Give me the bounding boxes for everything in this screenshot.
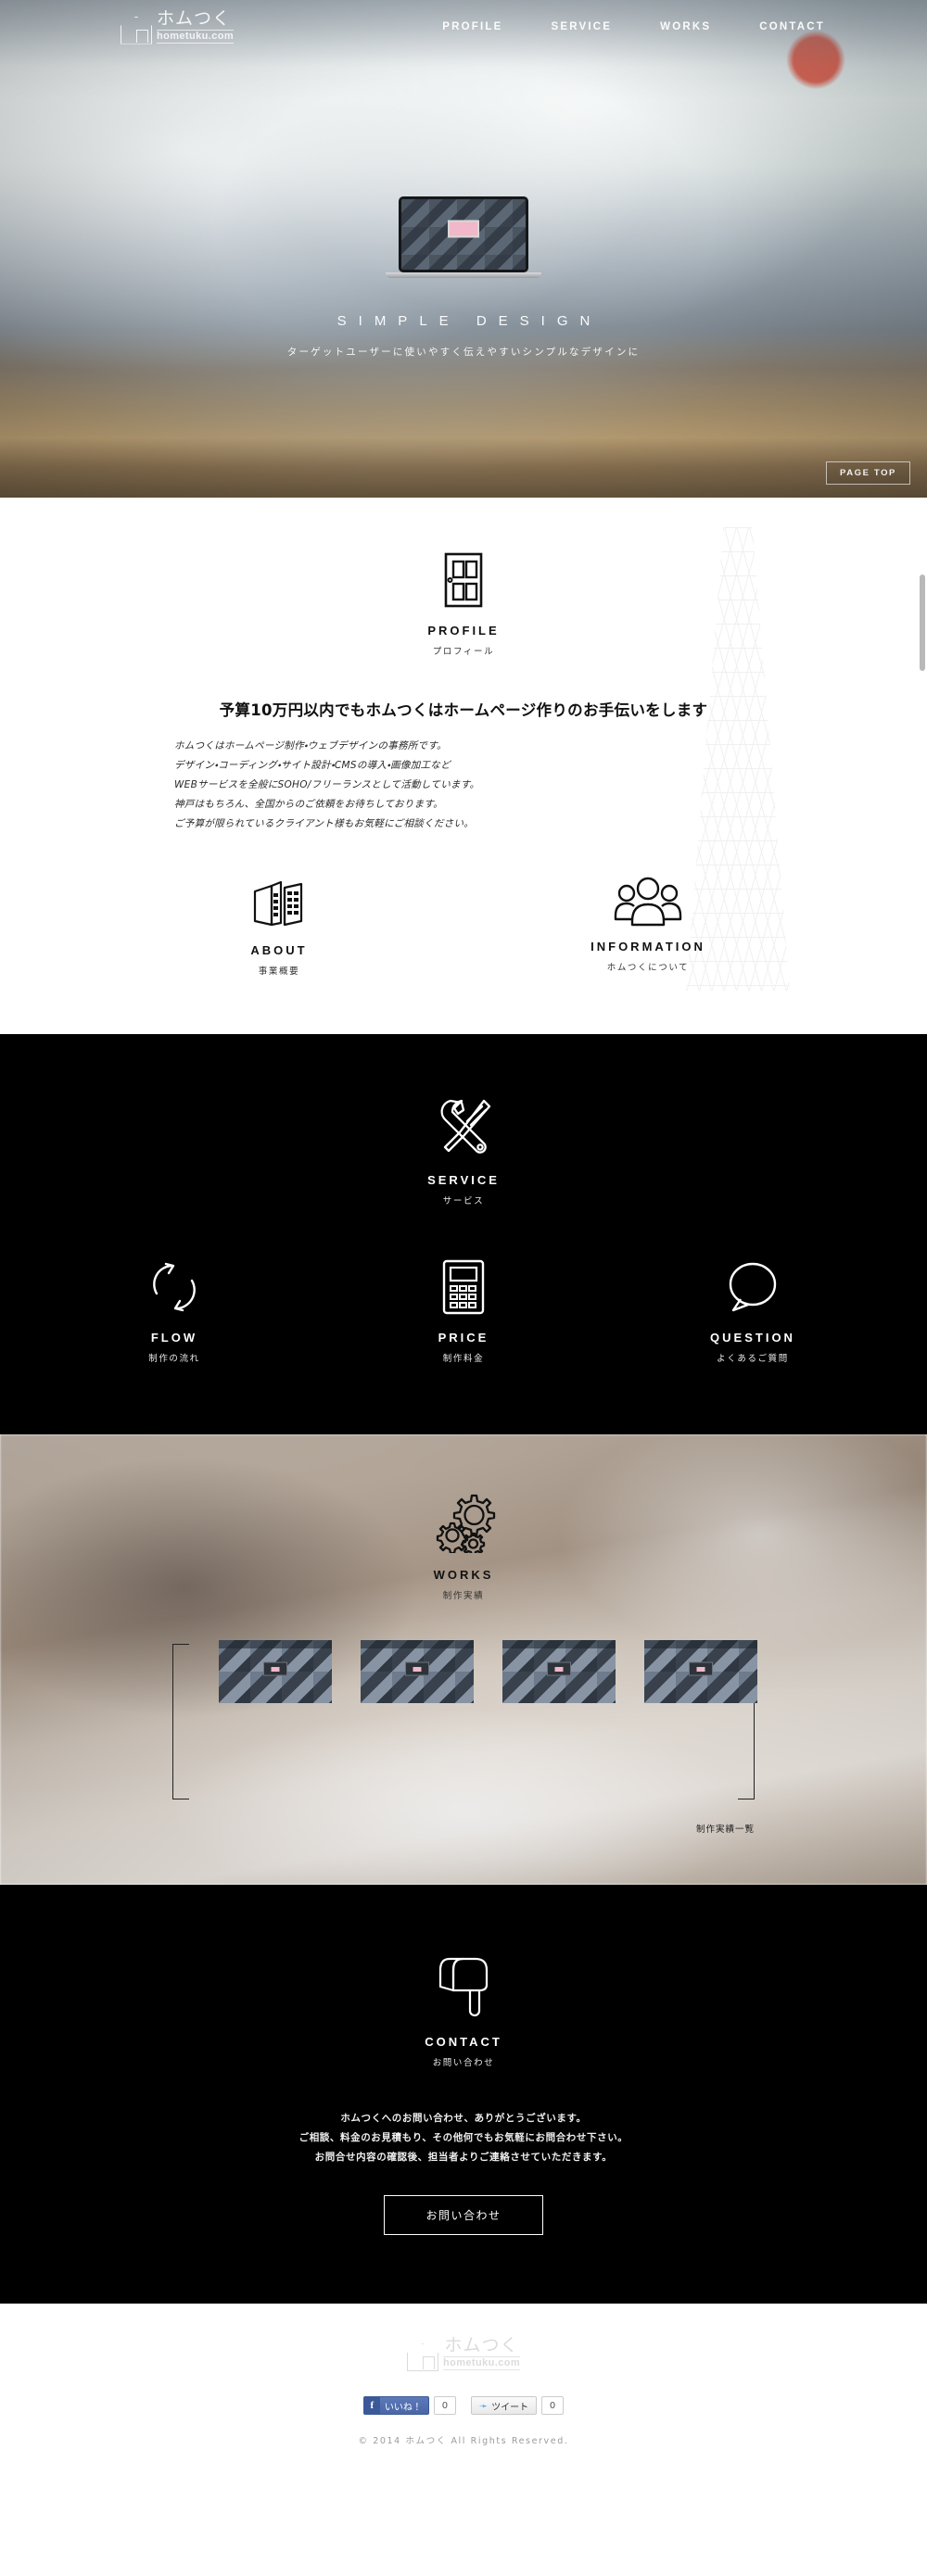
works-carousel[interactable]: [0, 1640, 927, 1812]
facebook-like-button[interactable]: f いいね！: [362, 2396, 429, 2415]
page-root: ホムつく hometuku.com PROFILE SERVICE WORKS …: [0, 0, 927, 2470]
contact-body-line: お問合せ内容の確認後、担当者よりご連絡させていただきます。: [314, 2152, 613, 2163]
hero-title: SIMPLE DESIGN: [337, 313, 603, 329]
contact-body-text: ホムつくへのお問い合わせ、ありがとうございます。 ご相談、料金のお見積もり、その…: [0, 2109, 927, 2167]
footer-logo-text-en: hometuku.com: [442, 2356, 521, 2370]
contact-section: CONTACT お問い合わせ ホムつくへのお問い合わせ、ありがとうございます。 …: [0, 1885, 927, 2304]
profile-main-heading: 予算10万円以内でもホムつくはホームページ作りのお手伝いをします: [219, 701, 708, 719]
profile-body-line: WEBサービスを全般にSOHO/フリーランスとして活動しています。: [174, 779, 480, 790]
work-thumbnail[interactable]: [219, 1640, 332, 1703]
house-icon: [121, 16, 152, 44]
contact-title: CONTACT: [425, 2035, 502, 2049]
page-scrollbar[interactable]: [920, 575, 925, 671]
buildings-icon: [253, 880, 303, 927]
profile-title: PROFILE: [427, 624, 500, 638]
hero-section: SIMPLE DESIGN ターゲットユーザーに使いやすく伝えやすいシンプルなデ…: [0, 0, 927, 498]
service-title: SERVICE: [427, 1173, 500, 1187]
service-item-question[interactable]: QUESTION よくあるご質問: [679, 1258, 827, 1364]
work-thumbnail[interactable]: [361, 1640, 474, 1703]
contact-body-line: ホムつくへのお問い合わせ、ありがとうございます。: [340, 2113, 587, 2124]
nav-item-contact[interactable]: CONTACT: [759, 21, 825, 32]
service-heading-block: SERVICE サービス: [0, 1093, 927, 1206]
wrench-screwdriver-icon: [440, 1099, 491, 1154]
contact-button[interactable]: お問い合わせ: [384, 2195, 543, 2235]
nav-item-works[interactable]: WORKS: [660, 21, 711, 32]
profile-heading-block: PROFILE プロフィール: [0, 551, 927, 657]
works-caption-link[interactable]: 制作実績一覧: [0, 1822, 755, 1835]
contact-heading-block: CONTACT お問い合わせ: [0, 1946, 927, 2068]
works-title: WORKS: [433, 1568, 494, 1582]
nav-item-profile[interactable]: PROFILE: [442, 21, 502, 32]
carousel-bracket-left: [172, 1644, 189, 1799]
price-title: PRICE: [438, 1331, 489, 1345]
information-link-subtitle: ホムつくについて: [606, 963, 690, 973]
question-subtitle: よくあるご質問: [717, 1354, 789, 1364]
speech-bubble-icon: [729, 1262, 777, 1312]
laptop-icon: [386, 196, 541, 278]
profile-section: PROFILE プロフィール 予算10万円以内でもホムつくはホームページ作りのお…: [0, 498, 927, 1034]
service-subtitle: サービス: [442, 1196, 485, 1206]
logo-text-jp: ホムつく: [157, 7, 232, 29]
works-heading-block: WORKS 制作実績: [0, 1492, 927, 1601]
twitter-tweet-button[interactable]: ➛ ツイート: [470, 2396, 538, 2415]
footer-logo-text-jp: ホムつく: [444, 2335, 519, 2355]
calculator-icon: [442, 1259, 485, 1315]
profile-sub-links: ABOUT 事業概要 INFORMATION ホムつくについて: [0, 877, 927, 977]
hero-subtitle: ターゲットユーザーに使いやすく伝えやすいシンプルなデザインに: [286, 347, 641, 358]
logo-text-en: hometuku.com: [157, 29, 235, 44]
twitter-tweet-count: 0: [541, 2396, 565, 2415]
service-item-flow[interactable]: FLOW 制作の流れ: [100, 1258, 248, 1364]
footer-logo[interactable]: ホムつく hometuku.com: [406, 2335, 521, 2371]
door-icon: [444, 552, 483, 608]
profile-body-text: ホムつくはホームページ制作・ウェブデザインの事務所です。 デザイン・コーディング…: [174, 737, 927, 834]
site-header: ホムつく hometuku.com PROFILE SERVICE WORKS …: [0, 0, 927, 54]
flow-title: FLOW: [150, 1331, 198, 1345]
profile-link-information[interactable]: INFORMATION ホムつくについて: [569, 877, 727, 977]
service-section: SERVICE サービス FLOW 制作の流れ PRICE 制作料金 QUEST…: [0, 1034, 927, 1434]
nav-item-service[interactable]: SERVICE: [551, 21, 612, 32]
flow-subtitle: 制作の流れ: [148, 1354, 200, 1364]
twitter-tweet-label: ツイート: [491, 2402, 529, 2413]
main-navigation: PROFILE SERVICE WORKS CONTACT: [442, 21, 825, 32]
works-section: WORKS 制作実績 制作実績一覧: [0, 1434, 927, 1885]
question-title: QUESTION: [710, 1331, 795, 1345]
site-logo[interactable]: ホムつく hometuku.com: [121, 7, 235, 44]
facebook-icon: f: [363, 2397, 380, 2414]
refresh-arrows-icon: [153, 1262, 196, 1312]
works-subtitle: 制作実績: [442, 1591, 485, 1601]
site-footer: ホムつく hometuku.com f いいね！ 0 ➛ ツイート 0 © 20…: [0, 2304, 927, 2470]
social-buttons: f いいね！ 0 ➛ ツイート 0: [0, 2396, 927, 2415]
work-thumbnail[interactable]: [644, 1640, 757, 1703]
mailbox-icon: [438, 1957, 489, 2017]
copyright-text: © 2014 ホムつく All Rights Reserved.: [358, 2436, 569, 2446]
profile-body-line: 神戸はもちろん、全国からのご依頼をお待ちしております。: [174, 799, 443, 810]
profile-body-line: ホムつくはホームページ制作・ウェブデザインの事務所です。: [174, 740, 447, 751]
about-link-title: ABOUT: [250, 943, 308, 957]
gears-icon: [436, 1494, 496, 1553]
twitter-group: ➛ ツイート 0: [470, 2396, 565, 2415]
service-items: FLOW 制作の流れ PRICE 制作料金 QUESTION よくあるご質問: [0, 1258, 927, 1364]
profile-subtitle: プロフィール: [432, 647, 495, 657]
facebook-group: f いいね！ 0: [362, 2396, 456, 2415]
price-subtitle: 制作料金: [442, 1354, 485, 1364]
profile-body-line: ご予算が限られているクライアント様もお気軽にご相談ください。: [174, 818, 475, 829]
about-link-subtitle: 事業概要: [258, 966, 300, 977]
information-link-title: INFORMATION: [590, 940, 705, 953]
facebook-like-label: いいね！: [384, 2402, 422, 2413]
contact-body-line: ご相談、料金のお見積もり、その他何でもお気軽にお問合わせ下さい。: [298, 2132, 629, 2143]
people-icon: [614, 877, 682, 927]
house-icon: [406, 2343, 438, 2371]
work-thumbnail[interactable]: [502, 1640, 616, 1703]
contact-subtitle: お問い合わせ: [432, 2058, 495, 2068]
service-item-price[interactable]: PRICE 制作料金: [389, 1258, 538, 1364]
page-top-button[interactable]: PAGE TOP: [825, 461, 910, 485]
twitter-icon: ➛: [478, 2399, 489, 2412]
profile-link-about[interactable]: ABOUT 事業概要: [200, 877, 358, 977]
facebook-like-count: 0: [433, 2396, 456, 2415]
profile-body-line: デザイン・コーディング・サイト設計・CMSの導入・画像加工など: [174, 760, 451, 771]
